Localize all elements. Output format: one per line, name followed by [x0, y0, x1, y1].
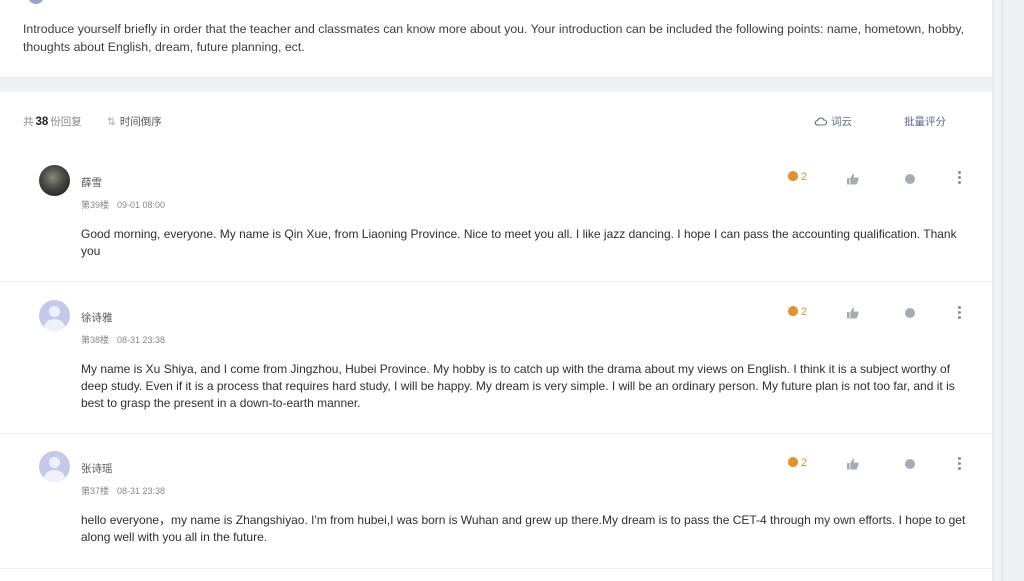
score-value: 2	[801, 171, 808, 183]
comment-dot-icon[interactable]	[905, 308, 915, 318]
reply-floor: 第37楼	[81, 486, 110, 496]
reply-item: 徐诗雅 第38楼 08-31 23:38 My name is Xu Shiya,…	[0, 282, 992, 434]
topic-avatar	[28, 0, 44, 4]
sort-label: 时间倒序	[119, 116, 162, 128]
reply-content: Good morning, everyone. My name is Qin X…	[81, 227, 957, 258]
thumbs-up-icon[interactable]	[846, 173, 859, 185]
reply-time: 08-31 23:38	[117, 486, 166, 496]
more-options-icon[interactable]	[958, 306, 962, 321]
more-options-icon[interactable]	[958, 457, 962, 472]
reply-floor: 第39楼	[81, 200, 110, 210]
reply-content: hello everyone，my name is Zhangshiyao. I…	[81, 513, 966, 544]
sort-arrows-icon: ⇅	[107, 116, 116, 128]
reply-count-suffix: 份回复	[50, 116, 82, 128]
scroll-track[interactable]	[1001, 0, 1004, 581]
more-options-icon[interactable]	[958, 171, 962, 186]
medal-icon	[788, 306, 798, 316]
avatar[interactable]	[39, 165, 70, 196]
avatar[interactable]	[39, 451, 70, 482]
word-cloud-label: 词云	[831, 116, 852, 128]
reply-content: My name is Xu Shiya, and I come from Jin…	[81, 362, 955, 410]
reply-author-name[interactable]: 徐诗雅	[81, 310, 113, 325]
reply-time: 09-01 08:00	[117, 200, 166, 210]
comment-dot-icon[interactable]	[905, 459, 915, 469]
score-badge[interactable]: 2	[788, 171, 807, 183]
reply-floor: 第38楼	[81, 335, 110, 345]
reply-meta: 第38楼 08-31 23:38	[81, 333, 173, 346]
reply-item: 张诗瑶 第37楼 08-31 23:38 hello everyone，my na…	[0, 434, 992, 569]
reply-count-prefix: 共	[23, 116, 34, 128]
reply-time: 08-31 23:38	[117, 335, 166, 345]
reply-count: 共 38 份回复	[23, 114, 82, 129]
medal-icon	[788, 457, 798, 467]
section-divider	[0, 78, 992, 92]
reply-author-name[interactable]: 薛雪	[81, 175, 102, 190]
medal-icon	[788, 171, 798, 181]
reply-count-value: 38	[35, 116, 49, 128]
right-scroll-strip	[992, 0, 1024, 581]
score-badge[interactable]: 2	[788, 306, 807, 318]
comment-dot-icon[interactable]	[905, 174, 915, 184]
cloud-icon	[814, 117, 828, 126]
score-value: 2	[801, 457, 808, 469]
score-value: 2	[801, 306, 808, 318]
thumbs-up-icon[interactable]	[846, 307, 859, 319]
reply-author-name[interactable]: 张诗瑶	[81, 461, 113, 476]
thumbs-up-icon[interactable]	[846, 458, 859, 470]
score-badge[interactable]: 2	[788, 457, 807, 469]
topic-prompt: Introduce yourself briefly in order that…	[23, 22, 965, 54]
reply-meta: 第37楼 08-31 23:38	[81, 484, 173, 497]
batch-score-button[interactable]: 批量评分	[904, 114, 946, 129]
sort-button[interactable]: ⇅ 时间倒序	[107, 114, 162, 129]
topic-card: Introduce yourself briefly in order that…	[0, 0, 992, 78]
reply-meta: 第39楼 09-01 08:00	[81, 198, 173, 211]
reply-item: 薛雪 第39楼 09-01 08:00 Good morning, everyon…	[0, 148, 992, 282]
word-cloud-button[interactable]: 词云	[814, 114, 852, 129]
avatar[interactable]	[39, 300, 70, 331]
